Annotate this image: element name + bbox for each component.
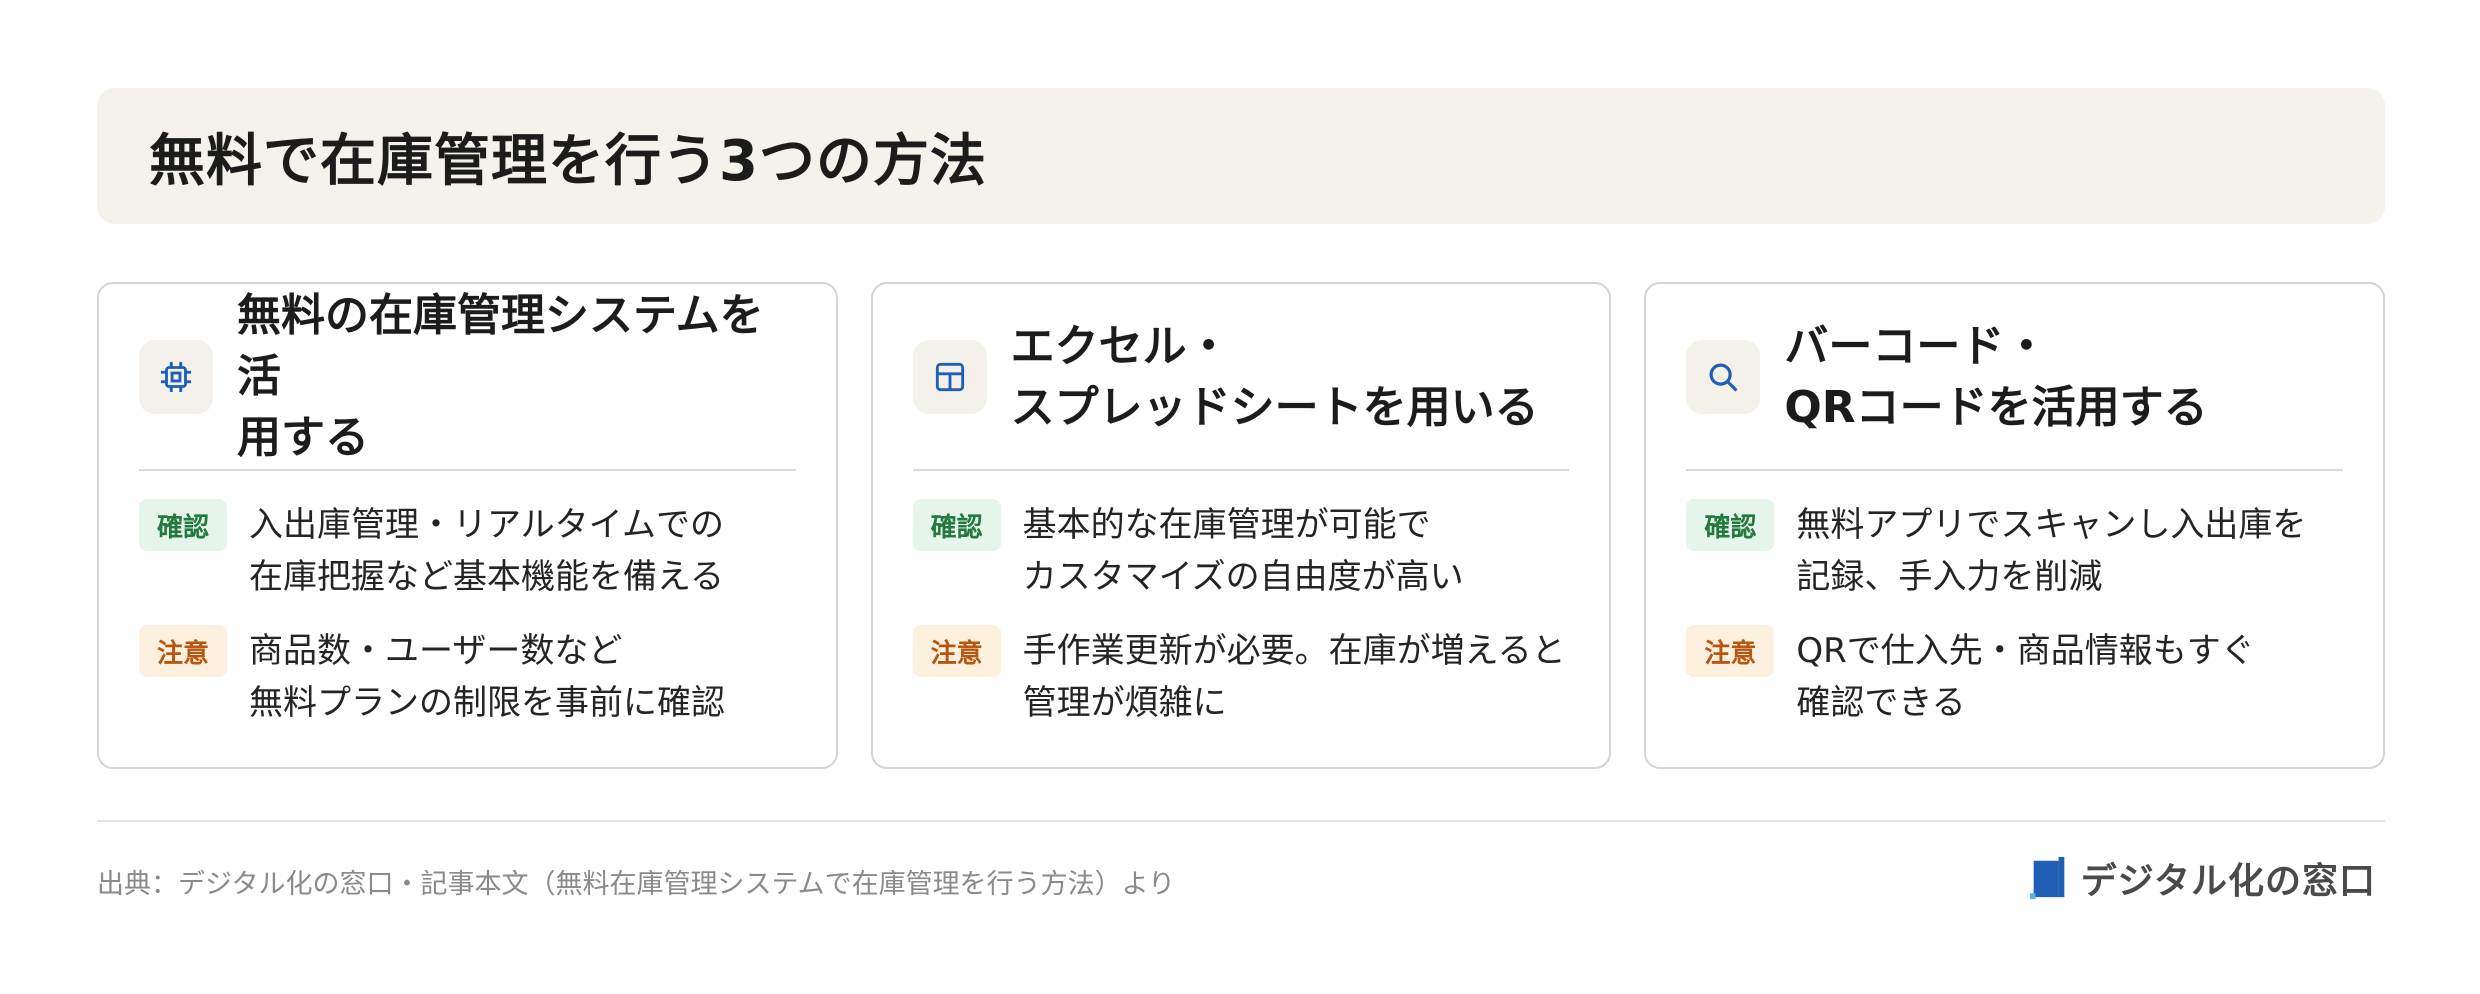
title-banner: 無料で在庫管理を行う3つの方法	[97, 88, 2385, 224]
card-title: 無料の在庫管理システムを活 用する	[237, 290, 764, 463]
card-icon-box	[912, 339, 987, 414]
method-cards: 無料の在庫管理システムを活 用する 確認 入出庫管理・リアルタイムでの 在庫把握…	[97, 282, 2386, 769]
page-title: 無料で在庫管理を行う3つの方法	[149, 128, 987, 194]
caution-text: 商品数・ユーザー数など 無料プランの制限を事前に確認	[249, 631, 725, 723]
brand-logo: デジタル化の窓口	[2029, 852, 2376, 904]
card-header: 無料の在庫管理システムを活 用する	[139, 284, 796, 469]
confirm-text: 入出庫管理・リアルタイムでの 在庫把握など基本機能を備える	[249, 505, 724, 597]
card-title: エクセル・ スプレッドシートを用いる	[1010, 320, 1539, 433]
caution-badge: 注意	[139, 625, 227, 677]
page: 無料で在庫管理を行う3つの方法 無料の在庫管理システムを活 用する 確認 入出庫…	[0, 0, 2480, 994]
confirm-row: 確認 入出庫管理・リアルタイムでの 在庫把握など基本機能を備える	[139, 499, 796, 603]
card-icon-box	[139, 339, 213, 414]
method-card-spreadsheet: エクセル・ スプレッドシートを用いる 確認 基本的な在庫管理が可能で カスタマイ…	[870, 282, 1612, 769]
chip-icon	[160, 361, 192, 392]
card-header: エクセル・ スプレッドシートを用いる	[912, 284, 1570, 469]
caution-text: 手作業更新が必要。在庫が増えると 管理が煩雑に	[1022, 631, 1566, 723]
card-divider	[1686, 469, 2344, 471]
source-note: 出典：デジタル化の窓口・記事本文（無料在庫管理システムで在庫管理を行う方法）より	[97, 869, 1176, 900]
card-header: バーコード・ QRコードを活用する	[1686, 284, 2343, 469]
table-icon	[935, 362, 964, 391]
caution-badge: 注意	[912, 625, 1001, 677]
brand-name: デジタル化の窓口	[2080, 861, 2376, 902]
method-card-system: 無料の在庫管理システムを活 用する 確認 入出庫管理・リアルタイムでの 在庫把握…	[97, 282, 838, 769]
confirm-row: 確認 無料アプリでスキャンし入出庫を 記録、手入力を削減	[1686, 499, 2343, 603]
card-title: バーコード・ QRコードを活用する	[1784, 320, 2208, 433]
caution-row: 注意 手作業更新が必要。在庫が増えると 管理が煩雑に	[912, 625, 1570, 729]
confirm-text: 無料アプリでスキャンし入出庫を 記録、手入力を削減	[1796, 505, 2307, 597]
confirm-badge: 確認	[912, 499, 1001, 551]
caution-row: 注意 QRで仕入先・商品情報もすぐ 確認できる	[1686, 625, 2343, 729]
caution-row: 注意 商品数・ユーザー数など 無料プランの制限を事前に確認	[139, 625, 796, 729]
card-divider	[912, 469, 1570, 471]
card-icon-box	[1686, 339, 1761, 414]
confirm-badge: 確認	[139, 499, 227, 551]
brand-door-icon	[2029, 856, 2065, 900]
card-divider	[139, 469, 796, 471]
confirm-badge: 確認	[1686, 499, 1775, 551]
confirm-text: 基本的な在庫管理が可能で カスタマイズの自由度が高い	[1022, 505, 1464, 597]
confirm-row: 確認 基本的な在庫管理が可能で カスタマイズの自由度が高い	[912, 499, 1570, 603]
method-card-barcode: バーコード・ QRコードを活用する 確認 無料アプリでスキャンし入出庫を 記録、…	[1644, 282, 2386, 769]
search-icon	[1709, 363, 1738, 392]
caution-badge: 注意	[1686, 625, 1775, 677]
footer-divider	[97, 820, 2385, 822]
caution-text: QRで仕入先・商品情報もすぐ 確認できる	[1796, 631, 2255, 723]
